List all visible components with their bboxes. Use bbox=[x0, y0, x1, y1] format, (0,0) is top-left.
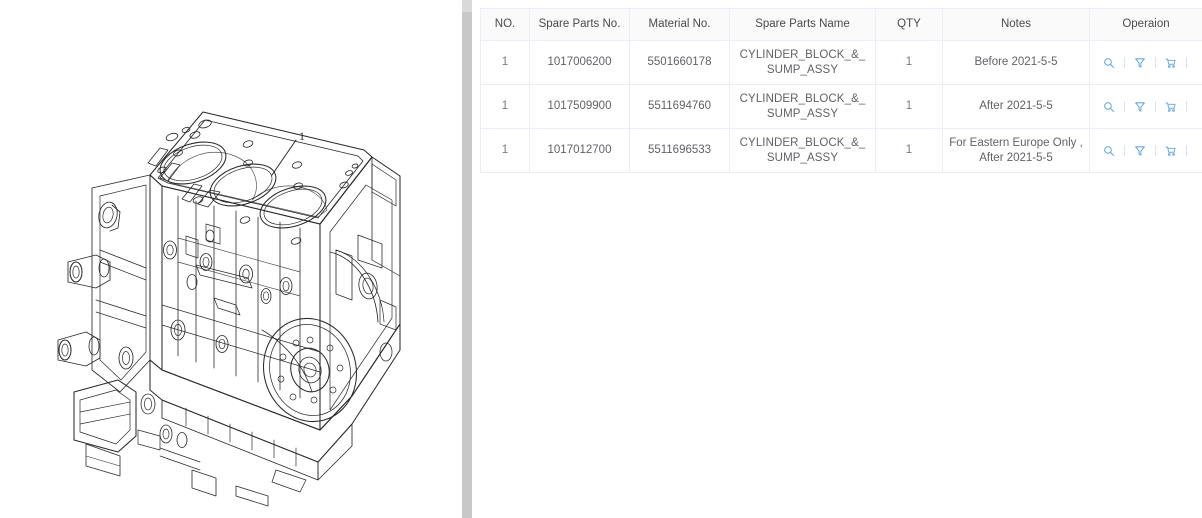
cell-parts-name: CYLINDER_BLOCK_&_SUMP_ASSY bbox=[729, 128, 876, 173]
operation-separator bbox=[1155, 145, 1156, 156]
cell-operation bbox=[1089, 84, 1202, 129]
cell-qty: 1 bbox=[875, 128, 943, 173]
operation-separator bbox=[1124, 145, 1125, 156]
filter-funnel-icon[interactable] bbox=[1131, 142, 1149, 160]
engine-cylinder-block-diagram[interactable]: 1 bbox=[0, 0, 462, 518]
cell-parts-name: CYLINDER_BLOCK_&_SUMP_ASSY bbox=[729, 84, 876, 129]
column-header-material[interactable]: Material No. bbox=[629, 8, 730, 41]
column-header-no[interactable]: NO. bbox=[480, 8, 530, 41]
left-face-details bbox=[91, 174, 151, 393]
operation-separator bbox=[1155, 57, 1156, 68]
cell-no: 1 bbox=[480, 84, 530, 129]
spare-parts-catalog-page: 1 NO. Spare Parts No. Material No. Spare… bbox=[0, 0, 1202, 518]
cell-material[interactable]: 5501660178 bbox=[629, 40, 730, 85]
scrollbar-thumb[interactable] bbox=[462, 0, 472, 12]
cell-qty: 1 bbox=[875, 40, 943, 85]
operation-button-group bbox=[1096, 142, 1196, 160]
cell-part-no[interactable]: 1017006200 bbox=[529, 40, 630, 85]
operation-separator bbox=[1124, 101, 1125, 112]
scrollbar-track[interactable] bbox=[462, 0, 472, 518]
column-header-part-no[interactable]: Spare Parts No. bbox=[529, 8, 630, 41]
oil-sump bbox=[149, 323, 401, 507]
table-row[interactable]: 1 1017509900 5511694760 CYLINDER_BLOCK_&… bbox=[480, 84, 1202, 129]
cell-operation bbox=[1089, 128, 1202, 173]
column-header-notes[interactable]: Notes bbox=[942, 8, 1090, 41]
spare-parts-table: NO. Spare Parts No. Material No. Spare P… bbox=[480, 8, 1202, 173]
table-body: 1 1017006200 5501660178 CYLINDER_BLOCK_&… bbox=[480, 40, 1202, 173]
lower-left-ports bbox=[137, 393, 201, 471]
operation-separator bbox=[1186, 101, 1187, 112]
cell-material[interactable]: 5511696533 bbox=[629, 128, 730, 173]
search-icon[interactable] bbox=[1100, 98, 1118, 116]
shopping-cart-icon[interactable] bbox=[1162, 54, 1180, 72]
cell-part-no[interactable]: 1017509900 bbox=[529, 84, 630, 129]
cell-parts-name: CYLINDER_BLOCK_&_SUMP_ASSY bbox=[729, 40, 876, 85]
cell-qty: 1 bbox=[875, 84, 943, 129]
operation-button-group bbox=[1096, 98, 1196, 116]
search-icon[interactable] bbox=[1100, 142, 1118, 160]
cell-operation bbox=[1089, 40, 1202, 85]
table-header-row: NO. Spare Parts No. Material No. Spare P… bbox=[480, 8, 1202, 41]
cell-notes: After 2021-5-5 bbox=[942, 84, 1090, 129]
table-row[interactable]: 1 1017006200 5501660178 CYLINDER_BLOCK_&… bbox=[480, 40, 1202, 85]
rear-face-details bbox=[335, 163, 397, 362]
parts-table-pane: NO. Spare Parts No. Material No. Spare P… bbox=[472, 0, 1202, 518]
flywheel-flange bbox=[262, 317, 358, 423]
coolant-port-stubs bbox=[57, 254, 134, 370]
cell-notes: Before 2021-5-5 bbox=[942, 40, 1090, 85]
cell-part-no[interactable]: 1017012700 bbox=[529, 128, 630, 173]
oil-filter-boss bbox=[73, 379, 137, 477]
block-webbing bbox=[177, 195, 301, 399]
vertical-scrollbar[interactable] bbox=[462, 0, 472, 518]
column-header-operation[interactable]: Operaion bbox=[1089, 8, 1202, 41]
diagram-pane[interactable]: 1 bbox=[0, 0, 462, 518]
cell-notes: For Eastern Europe Only ,After 2021-5-5 bbox=[942, 128, 1090, 173]
block-rear-face bbox=[319, 156, 401, 431]
cell-no: 1 bbox=[480, 40, 530, 85]
filter-funnel-icon[interactable] bbox=[1131, 98, 1149, 116]
block-front-wall bbox=[149, 174, 321, 431]
shopping-cart-icon[interactable] bbox=[1162, 142, 1180, 160]
cell-material[interactable]: 5511694760 bbox=[629, 84, 730, 129]
column-header-qty[interactable]: QTY bbox=[875, 8, 943, 41]
search-icon[interactable] bbox=[1100, 54, 1118, 72]
table-head: NO. Spare Parts No. Material No. Spare P… bbox=[480, 8, 1202, 41]
shopping-cart-icon[interactable] bbox=[1162, 98, 1180, 116]
cell-no: 1 bbox=[480, 128, 530, 173]
table-row[interactable]: 1 1017012700 5511696533 CYLINDER_BLOCK_&… bbox=[480, 128, 1202, 173]
callout-leader bbox=[271, 139, 297, 176]
operation-separator bbox=[1124, 57, 1125, 68]
operation-separator bbox=[1186, 57, 1187, 68]
filter-funnel-icon[interactable] bbox=[1131, 54, 1149, 72]
column-header-name[interactable]: Spare Parts Name bbox=[729, 8, 876, 41]
operation-separator bbox=[1155, 101, 1156, 112]
operation-button-group bbox=[1096, 54, 1196, 72]
operation-separator bbox=[1186, 145, 1187, 156]
